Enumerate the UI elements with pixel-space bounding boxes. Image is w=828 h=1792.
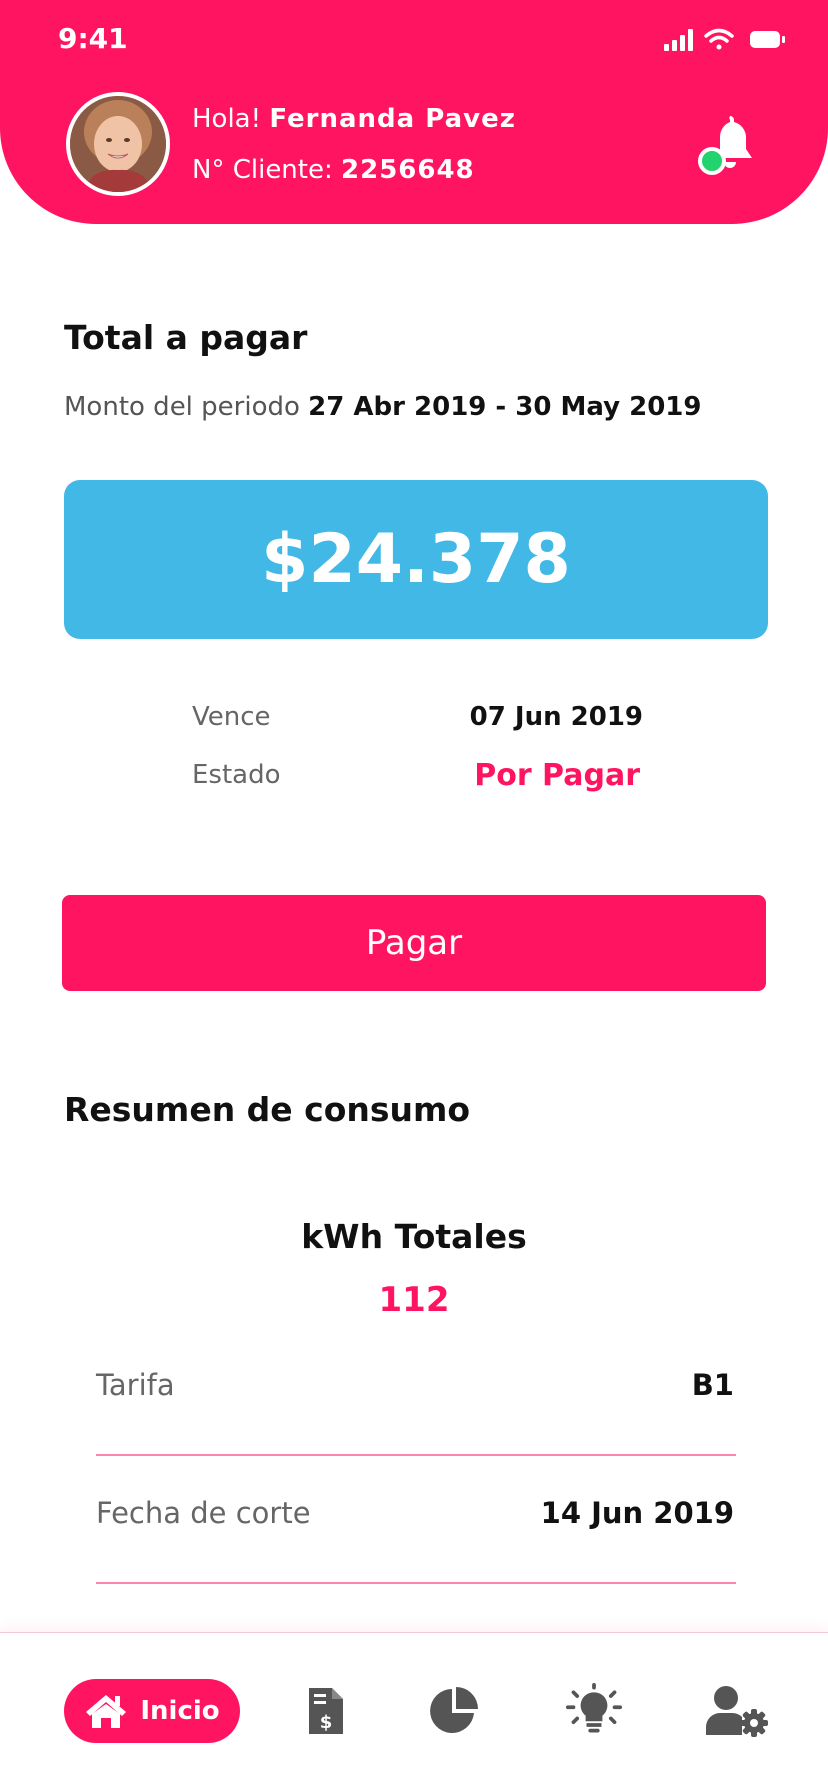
- kwh-label: kWh Totales: [301, 1217, 527, 1256]
- tab-profile-settings[interactable]: [706, 1683, 768, 1739]
- tab-invoices[interactable]: $: [298, 1683, 354, 1739]
- status-time: 9:41: [58, 22, 128, 55]
- tab-home[interactable]: Inicio: [64, 1679, 240, 1743]
- pie-chart-icon: [430, 1687, 478, 1733]
- signal-icon: [664, 29, 693, 51]
- greeting-prefix: Hola!: [192, 104, 262, 134]
- consumption-title: Resumen de consumo: [64, 1090, 471, 1129]
- due-value: 07 Jun 2019: [469, 702, 643, 732]
- tab-home-label: Inicio: [140, 1696, 220, 1726]
- user-name: Fernanda Pavez: [269, 104, 516, 134]
- tab-statistics[interactable]: [426, 1683, 482, 1739]
- amount-card: $24.378: [64, 480, 768, 639]
- client-line: N° Cliente: 2256648: [192, 153, 516, 187]
- cutoff-date-row: Fecha de corte 14 Jun 2019: [96, 1456, 736, 1584]
- cutoff-date-label: Fecha de corte: [96, 1496, 311, 1530]
- due-label: Vence: [192, 702, 271, 732]
- user-photo: [70, 96, 166, 192]
- tab-bar: Inicio $: [0, 1632, 828, 1792]
- status-row: Estado Por Pagar: [192, 758, 642, 800]
- period-value: 27 Abr 2019 - 30 May 2019: [308, 392, 702, 422]
- tab-tips[interactable]: [566, 1683, 622, 1739]
- user-settings-icon: [706, 1686, 768, 1737]
- kwh-value: 112: [378, 1280, 450, 1320]
- period-text: Monto del periodo 27 Abr 2019 - 30 May 2…: [64, 392, 702, 422]
- svg-text:$: $: [320, 1712, 333, 1733]
- client-number: 2256648: [341, 155, 475, 185]
- bell-icon: [698, 116, 752, 175]
- wifi-icon: [704, 28, 734, 50]
- user-greeting: Hola! Fernanda Pavez N° Cliente: 2256648: [192, 102, 516, 187]
- avatar[interactable]: [66, 92, 170, 196]
- total-amount: $24.378: [261, 520, 571, 599]
- status-label: Estado: [192, 760, 281, 790]
- battery-icon: [750, 31, 785, 48]
- tariff-row: Tarifa B1: [96, 1328, 736, 1456]
- status-bar: 9:41: [0, 0, 828, 70]
- invoice-icon: $: [309, 1688, 343, 1734]
- greeting-line: Hola! Fernanda Pavez: [192, 102, 516, 136]
- status-value: Por Pagar: [474, 758, 640, 793]
- status-icons: [664, 28, 785, 51]
- lightbulb-icon: [566, 1683, 622, 1733]
- home-icon: [86, 1695, 127, 1728]
- total-title: Total a pagar: [64, 318, 308, 357]
- period-label: Monto del periodo: [64, 392, 300, 422]
- tariff-label: Tarifa: [96, 1368, 175, 1402]
- header: 9:41 Hola! Fernanda Pavez N° Cliente: 22…: [0, 0, 828, 224]
- cutoff-date-value: 14 Jun 2019: [540, 1496, 734, 1530]
- pay-button[interactable]: Pagar: [62, 895, 766, 991]
- client-label: N° Cliente:: [192, 155, 333, 185]
- notifications-button[interactable]: [690, 112, 770, 182]
- due-date-row: Vence 07 Jun 2019: [192, 702, 643, 742]
- tariff-value: B1: [691, 1368, 734, 1402]
- online-status-dot: [698, 147, 726, 175]
